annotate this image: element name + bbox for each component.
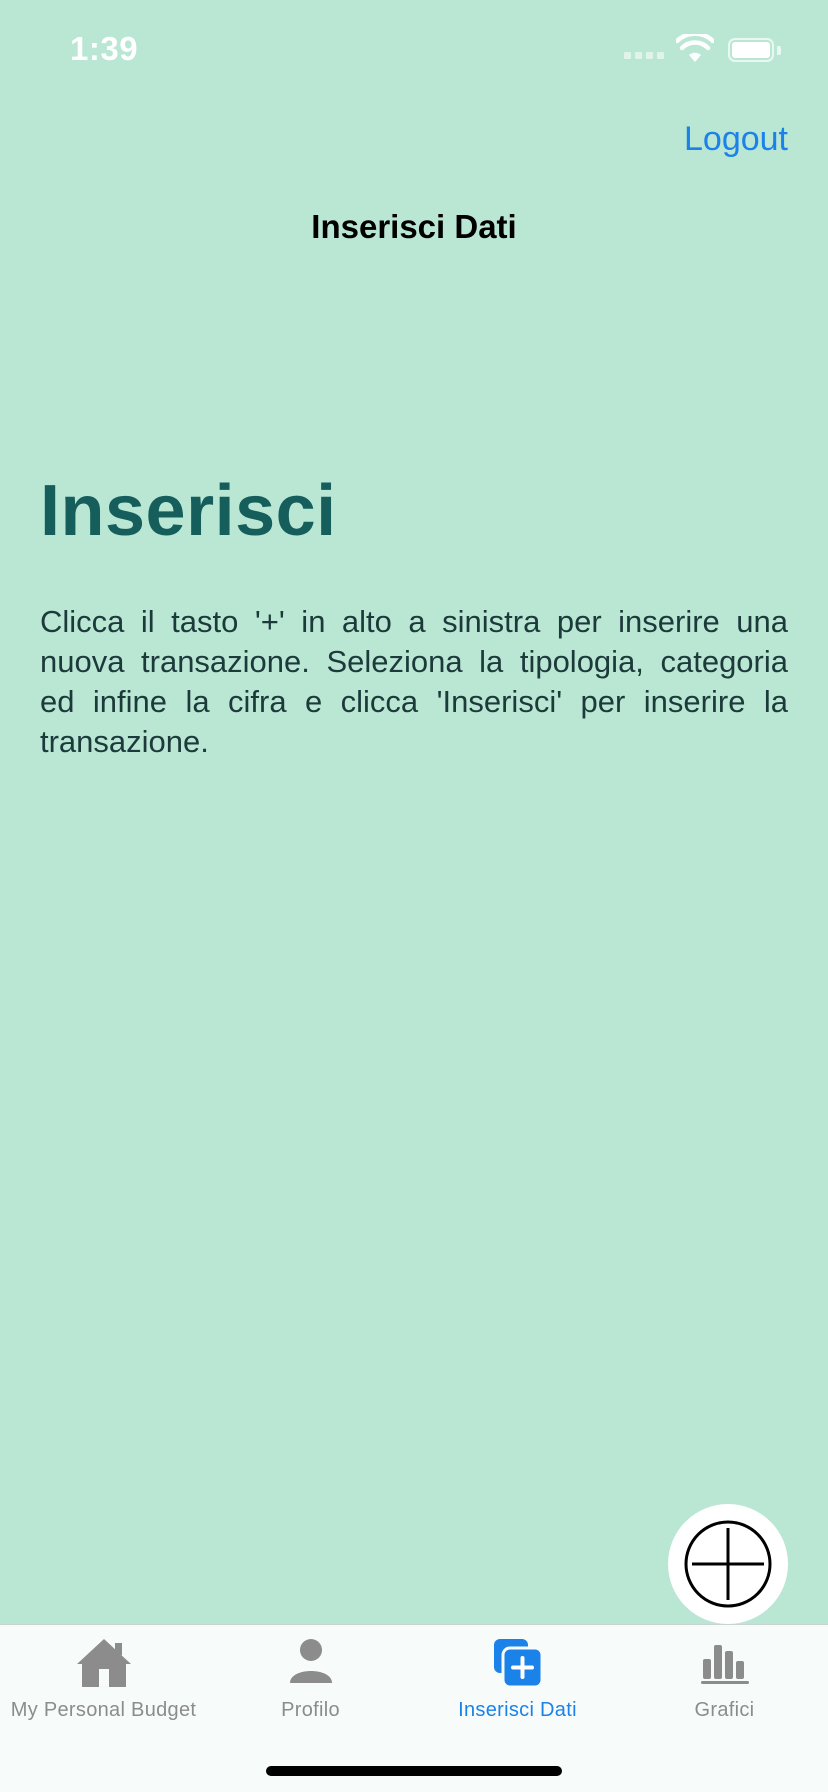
tab-label: Inserisci Dati [458, 1699, 577, 1721]
plus-circle-icon [684, 1520, 772, 1608]
status-bar: 1:39 [0, 0, 828, 100]
tab-label: Grafici [694, 1699, 755, 1721]
tab-my-personal-budget[interactable]: My Personal Budget [0, 1625, 207, 1735]
instructions-text: Clicca il tasto '+' in alto a sinistra p… [40, 604, 788, 759]
home-indicator [266, 1766, 562, 1776]
battery-icon [728, 38, 774, 62]
person-icon [289, 1639, 332, 1683]
tab-inserisci-dati[interactable]: Inserisci Dati [414, 1625, 621, 1735]
battery-cap [777, 46, 781, 55]
chart-bar-icon [700, 1645, 749, 1684]
cellular-signal-icon [624, 52, 668, 60]
house-icon [76, 1639, 131, 1687]
status-time: 1:39 [70, 30, 139, 67]
tab-label: My Personal Budget [10, 1699, 197, 1721]
wifi-icon [676, 34, 714, 62]
section-heading: Inserisci [40, 471, 337, 551]
page-title: Inserisci Dati [311, 208, 517, 245]
status-indicators [624, 34, 794, 64]
tab-label: Profilo [281, 1699, 340, 1721]
logout-button[interactable]: Logout [684, 120, 788, 159]
tab-grafici[interactable]: Grafici [621, 1625, 828, 1735]
add-transaction-button[interactable] [668, 1504, 788, 1624]
plus-square-on-square-icon [493, 1639, 543, 1689]
tab-profilo[interactable]: Profilo [207, 1625, 414, 1735]
